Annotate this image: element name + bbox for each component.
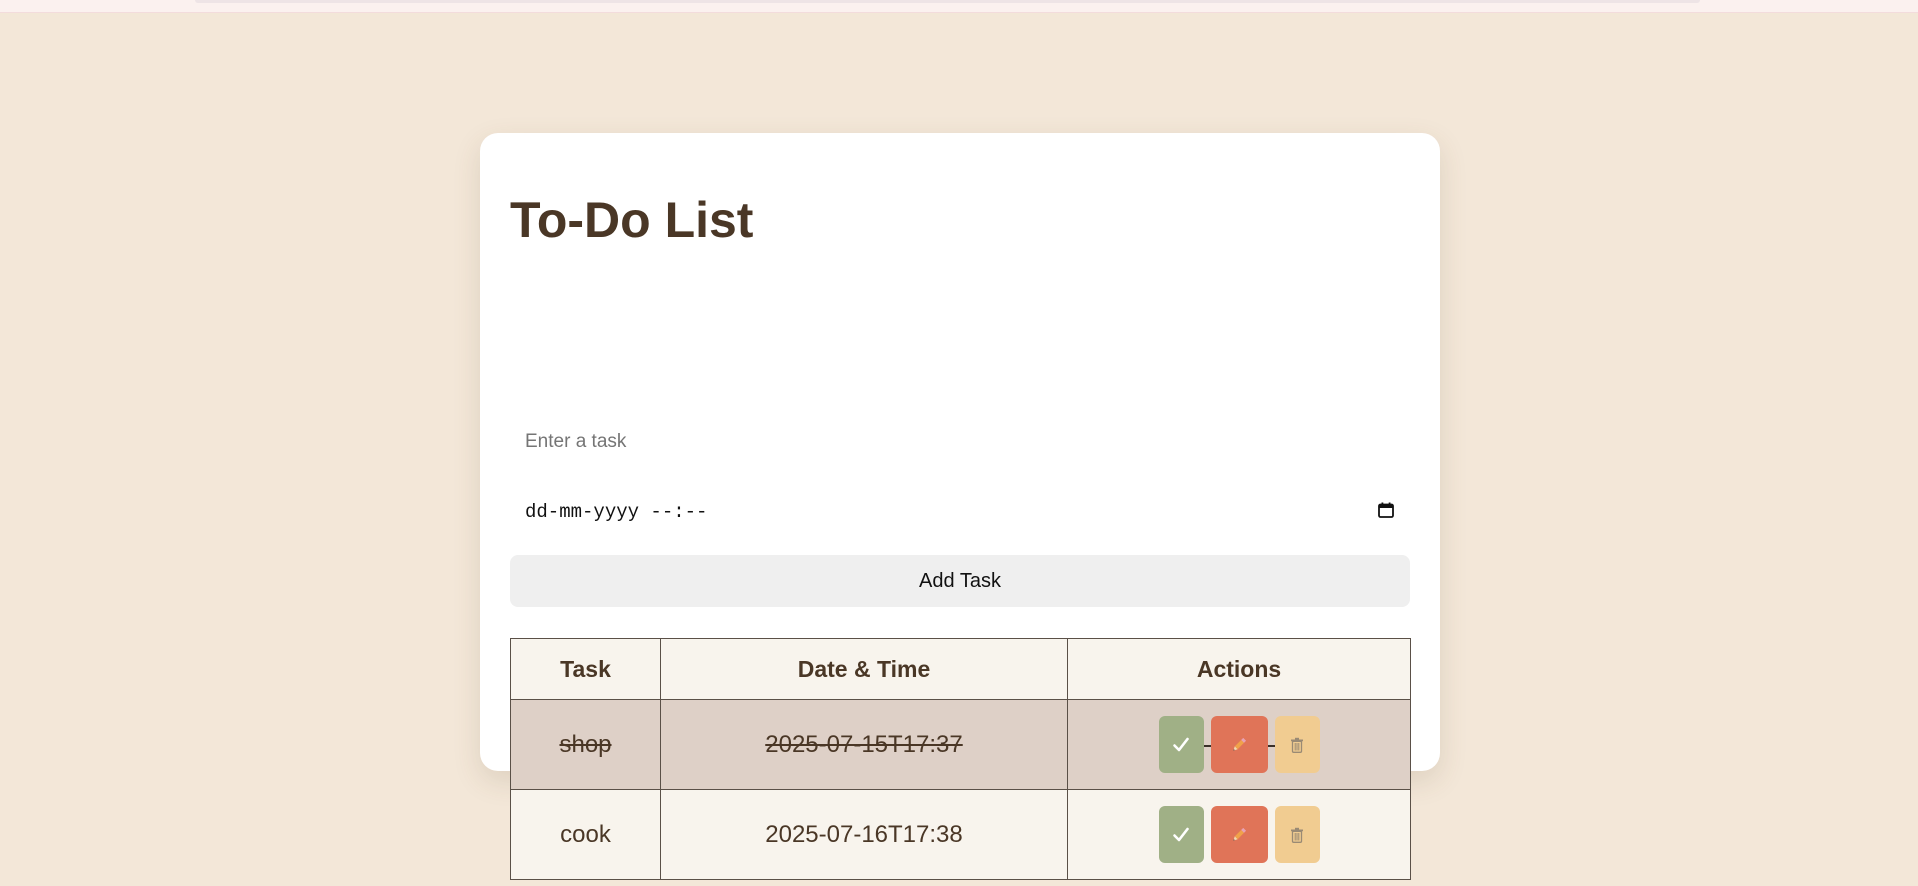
pencil-icon <box>1229 825 1249 845</box>
check-icon <box>1171 735 1191 755</box>
todo-card: To-Do List dd-mm-yyyy --:-- Add Task Tas… <box>480 133 1440 880</box>
task-name: shop <box>559 730 612 758</box>
check-icon <box>1171 825 1191 845</box>
action-buttons <box>1158 716 1320 773</box>
edit-button[interactable] <box>1210 716 1268 773</box>
calendar-icon[interactable] <box>1377 501 1395 524</box>
pencil-icon <box>1229 735 1249 755</box>
task-cell: shop <box>510 699 661 790</box>
complete-button[interactable] <box>1158 716 1204 773</box>
datetime-cell: 2025-07-16T17:38 <box>660 789 1068 880</box>
browser-top-strip <box>0 0 1918 13</box>
header-actions: Actions <box>1067 638 1411 700</box>
complete-button[interactable] <box>1158 806 1204 863</box>
page-title: To-Do List <box>510 192 754 248</box>
browser-top-strip-inner <box>195 0 1700 3</box>
table-row: cook 2025-07-16T17:38 <box>510 789 1411 880</box>
actions-cell <box>1067 789 1411 880</box>
trash-icon <box>1290 737 1304 753</box>
table-header-row: Task Date & Time Actions <box>510 638 1411 700</box>
datetime-input[interactable]: dd-mm-yyyy --:-- <box>510 488 1410 536</box>
actions-cell <box>1067 699 1411 790</box>
action-buttons <box>1158 806 1320 863</box>
add-task-button[interactable]: Add Task <box>510 555 1410 607</box>
datetime-cell: 2025-07-15T17:37 <box>660 699 1068 790</box>
task-datetime: 2025-07-15T17:37 <box>765 730 963 758</box>
header-date-time: Date & Time <box>660 638 1068 700</box>
delete-button[interactable] <box>1274 806 1320 863</box>
task-table: Task Date & Time Actions shop 2025-07-15… <box>510 638 1411 880</box>
task-datetime: 2025-07-16T17:38 <box>765 820 963 848</box>
delete-button[interactable] <box>1274 716 1320 773</box>
datetime-placeholder: dd-mm-yyyy --:-- <box>525 501 708 523</box>
edit-button[interactable] <box>1210 806 1268 863</box>
task-name: cook <box>560 820 611 848</box>
task-cell: cook <box>510 789 661 880</box>
table-row: shop 2025-07-15T17:37 <box>510 699 1411 790</box>
trash-icon <box>1290 827 1304 843</box>
task-input[interactable] <box>510 416 1410 468</box>
header-task: Task <box>510 638 661 700</box>
